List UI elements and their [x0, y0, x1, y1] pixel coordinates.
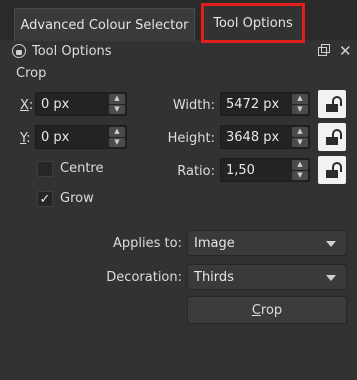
spin-down-icon[interactable]: ▼ [292, 170, 308, 180]
width-spinbox[interactable]: 5472 px ▲ ▼ [220, 92, 310, 116]
grow-label: Grow [60, 191, 94, 206]
close-icon[interactable]: ✕ [339, 42, 352, 60]
spin-up-icon[interactable]: ▲ [292, 127, 308, 137]
x-value: 0 px [41, 96, 70, 112]
y-value: 0 px [41, 129, 70, 145]
applies-to-value: Image [194, 235, 235, 251]
tab-label: Advanced Colour Selector [20, 17, 189, 33]
lock-icon[interactable] [12, 44, 26, 58]
height-spinbox[interactable]: 3648 px ▲ ▼ [220, 125, 310, 149]
decoration-label: Decoration: [106, 270, 182, 285]
docker-tab-bar: Advanced Colour Selector Tool Options [0, 0, 357, 43]
spin-up-icon[interactable]: ▲ [292, 160, 308, 170]
spin-down-icon[interactable]: ▼ [109, 137, 125, 147]
x-label: X: [20, 98, 34, 113]
check-icon: ✓ [39, 191, 51, 207]
tab-advanced-colour-selector[interactable]: Advanced Colour Selector [14, 8, 195, 41]
decoration-dropdown[interactable]: Thirds [187, 264, 347, 290]
chevron-down-icon [326, 275, 336, 281]
spin-up-icon[interactable]: ▲ [109, 127, 125, 137]
centre-label: Centre [60, 161, 104, 176]
height-value: 3648 px [226, 129, 280, 145]
spin-down-icon[interactable]: ▼ [292, 104, 308, 114]
ratio-lock-button[interactable] [318, 156, 346, 184]
chevron-down-icon [326, 241, 336, 247]
width-value: 5472 px [226, 96, 280, 112]
spin-down-icon[interactable]: ▼ [109, 104, 125, 114]
float-panel-icon[interactable] [318, 44, 330, 56]
width-label: Width: [172, 98, 215, 113]
spin-up-icon[interactable]: ▲ [109, 94, 125, 104]
y-label: Y: [20, 131, 31, 146]
x-spinbox[interactable]: 0 px ▲ ▼ [35, 92, 127, 116]
width-lock-button[interactable] [318, 90, 346, 118]
panel-title-bar: Tool Options [12, 42, 112, 60]
spin-down-icon[interactable]: ▼ [292, 137, 308, 147]
ratio-spinbox[interactable]: 1,50 ▲ ▼ [220, 158, 310, 182]
applies-to-label: Applies to: [113, 236, 182, 251]
spin-up-icon[interactable]: ▲ [292, 94, 308, 104]
y-spinbox[interactable]: 0 px ▲ ▼ [35, 125, 127, 149]
crop-button[interactable]: Crop [187, 296, 347, 324]
crop-section-label: Crop [16, 66, 47, 81]
height-label: Height: [167, 131, 215, 146]
grow-checkbox[interactable]: ✓ [37, 191, 53, 207]
panel-title: Tool Options [32, 43, 112, 59]
ratio-label: Ratio: [177, 164, 215, 179]
centre-checkbox[interactable] [37, 161, 53, 177]
decoration-value: Thirds [194, 269, 234, 285]
height-lock-button[interactable] [318, 123, 346, 151]
tab-tool-options[interactable]: Tool Options [201, 3, 305, 43]
tab-label: Tool Options [213, 15, 293, 31]
applies-to-dropdown[interactable]: Image [187, 230, 347, 256]
ratio-value: 1,50 [226, 162, 255, 178]
